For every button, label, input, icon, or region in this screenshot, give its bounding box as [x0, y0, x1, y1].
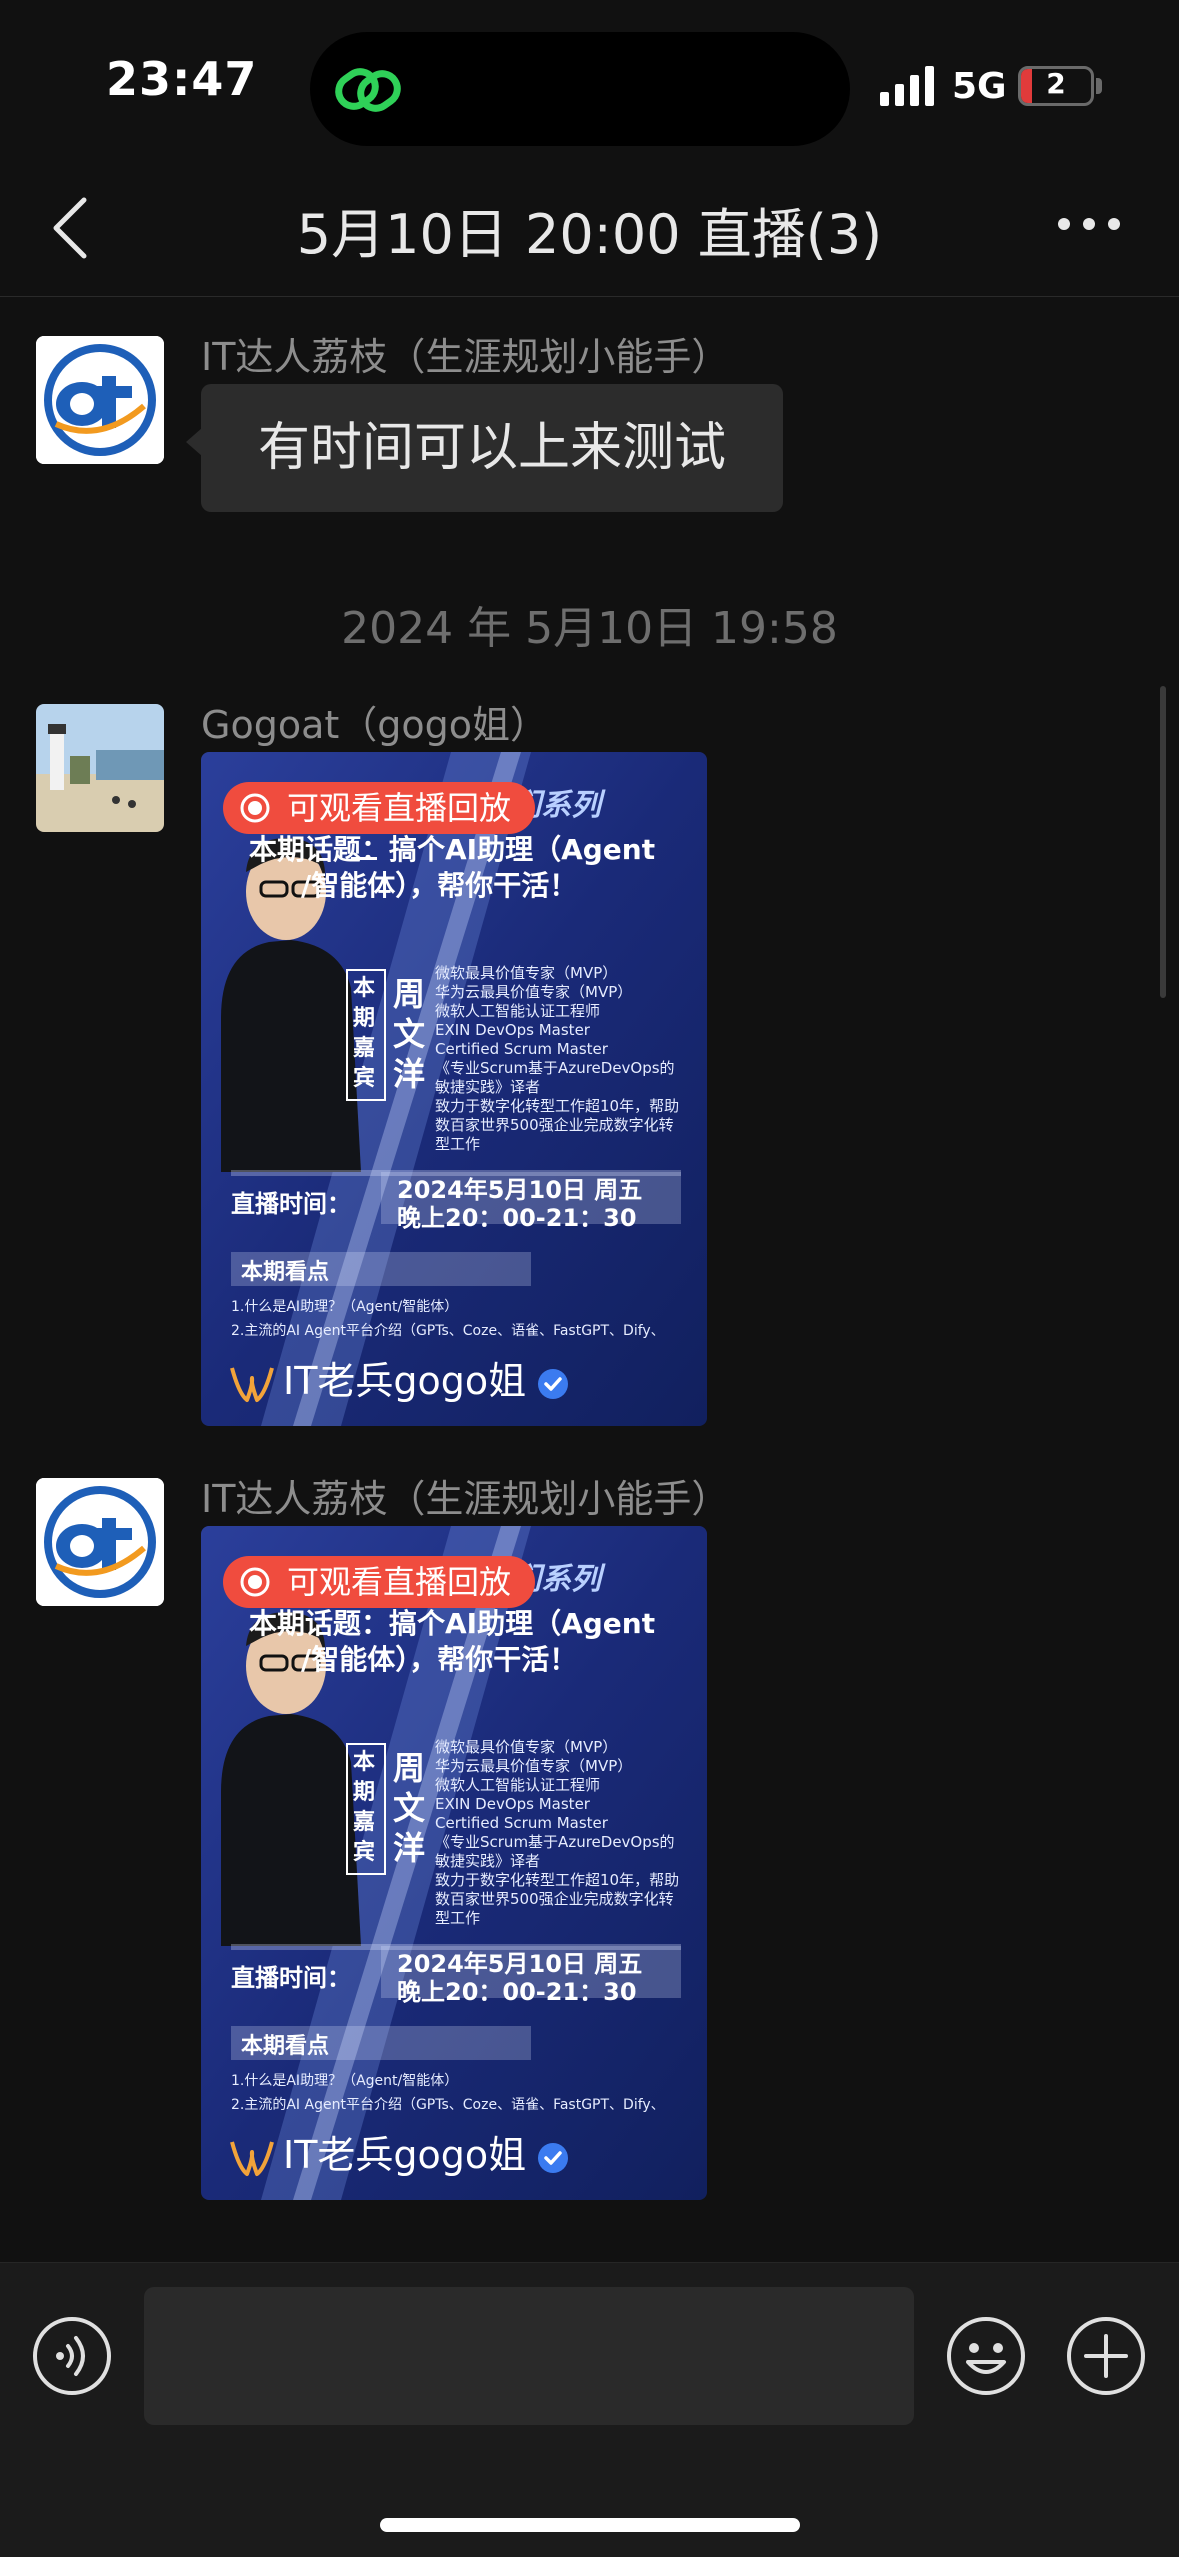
channel-name: IT老兵gogo姐 [229, 2124, 570, 2179]
avatar[interactable] [36, 1478, 164, 1606]
poster-topic-line1: 本期话题：搞个AI助理（Agent [249, 833, 656, 866]
poster-bio-line: EXIN DevOps Master [435, 1021, 590, 1039]
poster-bio-line: 敏捷实践》译者 [435, 1852, 541, 1870]
poster-bio-line: 敏捷实践》译者 [435, 1078, 541, 1096]
at-logo-icon [36, 1478, 164, 1606]
message-bubble[interactable]: 有时间可以上来测试 [201, 384, 783, 512]
poster-time-label: 直播时间： [231, 1964, 351, 1992]
plus-icon[interactable] [1066, 2316, 1146, 2396]
poster-guest-tag: 本期嘉宾 [353, 1750, 376, 1865]
battery-icon: 2 [1018, 66, 1094, 106]
signal-icon [880, 66, 934, 106]
channel-label: IT老兵gogo姐 [283, 2133, 527, 2177]
poster-topic-line2: /智能体），帮你干活！ [301, 869, 578, 902]
poster-bio-line: 数百家世界500强企业完成数字化转 [435, 1890, 674, 1908]
poster-bio-line: 华为云最具价值专家（MVP） [435, 1757, 633, 1775]
channel-label: IT老兵gogo姐 [283, 1359, 527, 1403]
poster-highlights: 本期看点 [241, 1260, 330, 1285]
emoji-icon[interactable] [946, 2316, 1026, 2396]
poster-topic-line1: 本期话题：搞个AI助理（Agent [249, 1607, 656, 1640]
poster-bio-line: 型工作 [435, 1135, 481, 1153]
poster-bio-line: 华为云最具价值专家（MVP） [435, 983, 633, 1001]
replay-badge: 可观看直播回放 [223, 782, 536, 834]
bubble-tail [186, 428, 202, 456]
poster-bio-line: 致力于数字化转型工作超10年，帮助 [435, 1097, 680, 1115]
battery-percent: 2 [1046, 67, 1066, 100]
poster-bio-line: Certified Scrum Master [435, 1040, 608, 1058]
poster-highlights: 本期看点 [241, 2034, 330, 2059]
poster-bio-line: Certified Scrum Master [435, 1814, 608, 1832]
poster-guest-tag: 本期嘉宾 [353, 976, 376, 1091]
voice-icon[interactable] [32, 2316, 112, 2396]
battery-cap [1096, 78, 1102, 94]
at-logo-icon [36, 336, 164, 464]
poster-bio: 微软最具价值专家（MVP） 华为云最具价值专家（MVP） 微软人工智能认证工程师… [435, 964, 701, 1154]
poster-point: 2.主流的AI Agent平台介绍（GPTs、Coze、语雀、FastGPT、D… [231, 1323, 665, 1339]
poster-bio-line: 致力于数字化转型工作超10年，帮助 [435, 1871, 680, 1889]
avatar[interactable] [36, 704, 164, 832]
replay-badge-label: 可观看直播回放 [287, 789, 512, 827]
poster-bio: 微软最具价值专家（MVP） 华为云最具价值专家（MVP） 微软人工智能认证工程师… [435, 1738, 701, 1928]
live-record-icon [240, 1567, 270, 1597]
poster-point: 1.什么是AI助理？（Agent/智能体） [231, 1299, 459, 1315]
message-input[interactable] [144, 2287, 914, 2425]
poster-bio-line: 微软人工智能认证工程师 [435, 1002, 601, 1020]
replay-badge: 可观看直播回放 [223, 1556, 536, 1608]
poster-bio-line: 微软人工智能认证工程师 [435, 1776, 601, 1794]
poster-point: 2.主流的AI Agent平台介绍（GPTs、Coze、语雀、FastGPT、D… [231, 2097, 665, 2113]
link-app-icon [335, 68, 401, 112]
scrollbar[interactable] [1160, 686, 1166, 998]
poster-topic-line2: /智能体），帮你干活！ [301, 1643, 578, 1676]
poster-bio-line: 数百家世界500强企业完成数字化转 [435, 1116, 674, 1134]
channels-logo-icon [230, 2140, 274, 2176]
verified-icon [538, 2142, 569, 2173]
home-indicator[interactable] [380, 2518, 800, 2532]
poster-point: 1.什么是AI助理？（Agent/智能体） [231, 2073, 459, 2089]
replay-badge-label: 可观看直播回放 [287, 1563, 512, 1601]
live-replay-card[interactable]: 大咖朋友们系列 本期话题：搞个AI助理（Agent /智能体），帮你干活！ 本期… [201, 1526, 707, 2200]
poster-guest-name: 周文洋 [393, 975, 426, 1093]
poster-bio-line: 型工作 [435, 1909, 481, 1927]
network-type: 5G [952, 66, 1007, 107]
poster-bio-line: 微软最具价值专家（MVP） [435, 1738, 618, 1756]
avatar[interactable] [36, 336, 164, 464]
live-replay-card[interactable]: 大咖朋友们系列 本期话题：搞个AI助理（Agent /智能体），帮你干活！ 本期… [201, 752, 707, 1426]
poster-time-range: 晚上20：00-21：30 [397, 1204, 637, 1232]
chat-timestamp: 2024 年 5月10日 19:58 [341, 603, 838, 654]
poster-time-label: 直播时间： [231, 1190, 351, 1218]
poster-bio-line: 《专业Scrum基于AzureDevOps的 [435, 1833, 675, 1851]
channel-name: IT老兵gogo姐 [229, 1350, 570, 1405]
sender-name: IT达人荔枝（生涯规划小能手） [201, 335, 730, 379]
more-dots-icon[interactable] [1054, 212, 1124, 236]
verified-icon [538, 1368, 569, 1399]
poster-guest-name: 周文洋 [393, 1749, 426, 1867]
lighthouse-photo-icon [36, 704, 164, 832]
chat-title: 5月10日 20:00 直播(3) [296, 203, 883, 266]
channels-logo-icon [230, 1366, 274, 1402]
poster-bio-line: 《专业Scrum基于AzureDevOps的 [435, 1059, 675, 1077]
status-time: 23:47 [106, 52, 258, 106]
live-record-icon [240, 793, 270, 823]
poster-time-range: 晚上20：00-21：30 [397, 1978, 637, 2006]
sender-name: IT达人荔枝（生涯规划小能手） [201, 1477, 730, 1521]
poster-bio-line: 微软最具价值专家（MVP） [435, 964, 618, 982]
sender-name: Gogoat（gogo姐） [201, 703, 548, 747]
poster-bio-line: EXIN DevOps Master [435, 1795, 590, 1813]
